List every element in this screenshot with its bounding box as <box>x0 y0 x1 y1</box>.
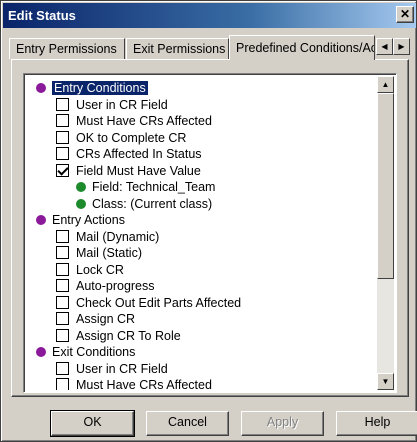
tree-item-label: Mail (Static) <box>76 246 142 260</box>
tree-group-item[interactable]: Exit Conditions <box>36 344 135 360</box>
tree-checkbox-item[interactable]: Check Out Edit Parts Affected <box>56 295 241 311</box>
tree-item-label: Auto-progress <box>76 279 155 293</box>
checkbox[interactable] <box>56 163 69 177</box>
tree-checkbox-item[interactable]: Auto-progress <box>56 278 155 294</box>
checkbox[interactable] <box>56 295 69 309</box>
tree-checkbox-item[interactable]: OK to Complete CR <box>56 130 186 146</box>
group-dot-icon <box>36 347 46 357</box>
tree-item-label: Lock CR <box>76 262 124 277</box>
tab-scroll-left-button[interactable]: ◀ <box>376 38 393 55</box>
ok-button[interactable]: OK <box>50 410 135 437</box>
tree-checkbox-item[interactable]: Field Must Have Value <box>56 163 201 179</box>
detail-dot-icon <box>76 182 86 192</box>
checkbox[interactable] <box>56 262 69 276</box>
arrow-right-icon: ▶ <box>398 42 405 51</box>
arrow-up-icon: ▲ <box>381 80 390 89</box>
tab-label: Entry Permissions <box>16 42 117 56</box>
group-dot-icon <box>36 215 46 225</box>
tab-scroll-right-button[interactable]: ▶ <box>393 38 410 55</box>
tree-item-label: Assign CR To Role <box>76 328 181 343</box>
tree-item-label: Exit Conditions <box>52 345 136 359</box>
edit-status-dialog: Edit Status ✕ Entry Permissions Exit Per… <box>0 0 417 442</box>
tree-checkbox-item[interactable]: Assign CR To Role <box>56 328 181 344</box>
help-button[interactable]: Help <box>336 411 417 436</box>
tree-checkbox-item[interactable]: Lock CR <box>56 262 124 278</box>
tree-item-label: Entry Actions <box>52 213 125 227</box>
tree-item-label: Mail (Dynamic) <box>76 229 160 244</box>
tree-checkbox-item[interactable]: Mail (Dynamic) <box>56 229 159 245</box>
scroll-down-button[interactable]: ▼ <box>377 373 394 390</box>
tab-exit-permissions[interactable]: Exit Permissions <box>126 38 229 59</box>
scrollbar-thumb[interactable] <box>377 93 394 279</box>
conditions-actions-tree[interactable]: Entry Conditions User in CR Field Must Hav… <box>23 73 397 393</box>
checkbox[interactable] <box>56 147 69 160</box>
tree-detail-item: Field: Technical_Team <box>76 179 215 195</box>
cancel-button[interactable]: Cancel <box>146 411 229 436</box>
tree-detail-item: Class: (Current class) <box>76 196 212 212</box>
checkbox[interactable] <box>56 361 69 375</box>
apply-button[interactable]: Apply <box>241 411 324 436</box>
title-bar[interactable]: Edit Status ✕ <box>3 3 416 28</box>
tab-label: Predefined Conditions/Actions <box>236 41 375 55</box>
tree-item-label: Must Have CRs Affected <box>76 114 212 128</box>
detail-dot-icon <box>76 198 86 209</box>
tree-item-label: Class: (Current class) <box>92 196 213 211</box>
checkbox[interactable] <box>56 378 69 390</box>
tree-item-label: Must Have CRs Affected <box>76 378 212 390</box>
vertical-scrollbar[interactable]: ▲ ▼ <box>377 76 394 390</box>
tab-predefined-conditions-actions[interactable]: Predefined Conditions/Actions <box>229 35 375 60</box>
tree-item-label: User in CR Field <box>76 97 168 112</box>
checkbox[interactable] <box>56 279 69 292</box>
tree-item-label: User in CR Field <box>76 361 168 376</box>
tree-item-label: Check Out Edit Parts Affected <box>76 295 242 310</box>
checkbox[interactable] <box>56 229 69 243</box>
tree-checkbox-item[interactable]: Must Have CRs Affected <box>56 377 212 390</box>
window-title: Edit Status <box>8 8 76 23</box>
tree-group-item[interactable]: Entry Actions <box>36 212 125 228</box>
checkbox[interactable] <box>56 328 69 342</box>
tree-checkbox-item[interactable]: Assign CR <box>56 311 135 327</box>
tree-checkbox-item[interactable]: User in CR Field <box>56 361 168 377</box>
checkbox[interactable] <box>56 97 69 111</box>
tree-item-label: Field: Technical_Team <box>92 180 216 194</box>
checkbox[interactable] <box>56 114 69 127</box>
arrow-down-icon: ▼ <box>381 377 390 386</box>
tree-group-item[interactable]: Entry Conditions <box>36 80 149 96</box>
tree-checkbox-item[interactable]: Mail (Static) <box>56 245 142 261</box>
tab-label: Exit Permissions <box>133 42 226 56</box>
tree-checkbox-item[interactable]: CRs Affected In Status <box>56 146 202 162</box>
tab-entry-permissions[interactable]: Entry Permissions <box>9 38 125 59</box>
tree-item-label: CRs Affected In Status <box>76 147 202 161</box>
tree-checkbox-item[interactable]: Must Have CRs Affected <box>56 113 212 129</box>
checkbox[interactable] <box>56 312 69 325</box>
checkbox[interactable] <box>56 130 69 144</box>
scroll-up-button[interactable]: ▲ <box>377 76 394 93</box>
tree-checkbox-item[interactable]: User in CR Field <box>56 97 168 113</box>
tree-item-label: Assign CR <box>76 312 136 326</box>
group-dot-icon <box>36 83 46 93</box>
close-button[interactable]: ✕ <box>396 6 414 23</box>
tree-item-label: Entry Conditions <box>51 80 149 96</box>
tree-item-label: OK to Complete CR <box>76 130 187 145</box>
tree-item-label: Field Must Have Value <box>76 163 201 178</box>
tree-content: Entry Conditions User in CR Field Must Hav… <box>26 76 378 390</box>
checkbox[interactable] <box>56 246 69 259</box>
arrow-left-icon: ◀ <box>381 42 388 51</box>
